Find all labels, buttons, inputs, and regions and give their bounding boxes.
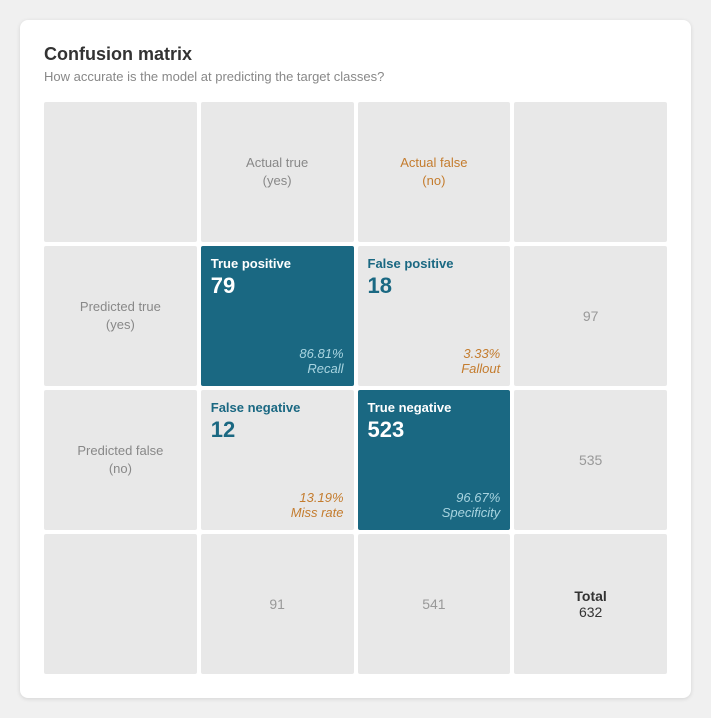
cell-false-positive: False positive 18 3.33% Fallout [358,246,511,386]
true-negative-percent: 96.67% [368,490,501,505]
cell-r1-c1 [44,102,197,242]
footer-col2: 91 [269,596,285,612]
chart-subtitle: How accurate is the model at predicting … [44,69,667,84]
cell-r4-c1 [44,534,197,674]
cell-r3-c4: 535 [514,390,667,530]
cell-r3-c1: Predicted false (no) [44,390,197,530]
row2-total: 97 [583,308,599,324]
row3-total: 535 [579,452,602,468]
false-positive-percent: 3.33% [368,346,501,361]
true-positive-label: True positive [211,256,344,271]
footer-total-label: Total [574,588,606,604]
false-positive-metric: Fallout [368,361,501,376]
false-positive-label: False positive [368,256,501,271]
confusion-matrix-grid: Actual true (yes) Actual false (no) Pred… [44,102,667,674]
true-positive-metric: Recall [211,361,344,376]
false-positive-count: 18 [368,273,501,299]
confusion-matrix-card: Confusion matrix How accurate is the mod… [20,20,691,698]
false-negative-metric: Miss rate [211,505,344,520]
false-negative-percent: 13.19% [211,490,344,505]
cell-false-negative: False negative 12 13.19% Miss rate [201,390,354,530]
footer-total-value: 632 [579,604,602,620]
actual-true-label: Actual true (yes) [246,154,308,190]
false-negative-label: False negative [211,400,344,415]
cell-r4-c4: Total 632 [514,534,667,674]
predicted-true-label: Predicted true (yes) [80,298,161,334]
cell-r4-c2: 91 [201,534,354,674]
cell-r4-c3: 541 [358,534,511,674]
false-negative-count: 12 [211,417,344,443]
true-negative-metric: Specificity [368,505,501,520]
cell-true-negative: True negative 523 96.67% Specificity [358,390,511,530]
true-negative-label: True negative [368,400,501,415]
chart-title: Confusion matrix [44,44,667,65]
footer-col3: 541 [422,596,445,612]
true-positive-percent: 86.81% [211,346,344,361]
cell-r2-c1: Predicted true (yes) [44,246,197,386]
true-negative-count: 523 [368,417,501,443]
predicted-false-label: Predicted false (no) [77,442,163,478]
cell-r2-c4: 97 [514,246,667,386]
actual-false-label: Actual false (no) [400,154,467,190]
cell-r1-c3: Actual false (no) [358,102,511,242]
cell-true-positive: True positive 79 86.81% Recall [201,246,354,386]
cell-r1-c2: Actual true (yes) [201,102,354,242]
true-positive-count: 79 [211,273,344,299]
cell-r1-c4 [514,102,667,242]
